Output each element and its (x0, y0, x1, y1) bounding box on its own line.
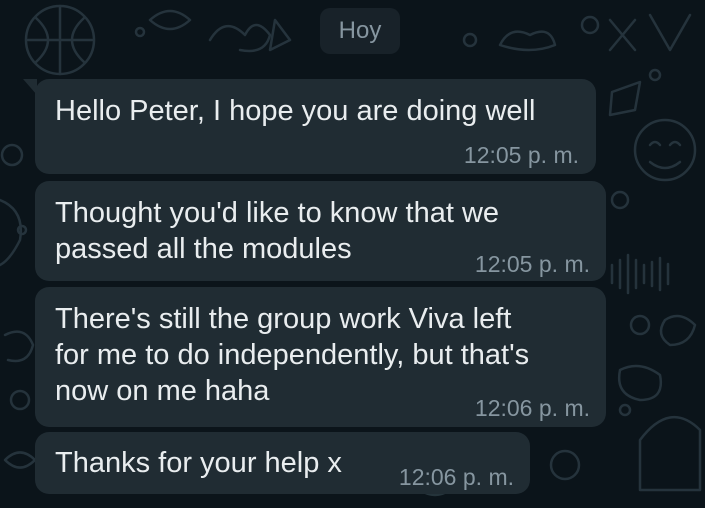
message-timestamp: 12:05 p. m. (474, 251, 590, 277)
message-text-line: for me to do independently, but that's (55, 339, 530, 371)
message-text-line: passed all the modules (55, 233, 352, 265)
message-timestamp: 12:06 p. m. (398, 464, 514, 490)
message-text-line: There's still the group work Viva left (55, 303, 512, 335)
message-tail (23, 79, 37, 95)
message-text: There's still the group work Viva left f… (55, 301, 529, 409)
date-divider-label: Hoy (338, 17, 382, 44)
message-bubble[interactable]: There's still the group work Viva left f… (35, 287, 606, 427)
date-divider-chip: Hoy (320, 8, 400, 54)
message-text: Thanks for your help x (55, 447, 342, 479)
message-bubble[interactable]: Thanks for your help x 12:06 p. m. (35, 432, 530, 494)
message-text-line: now on me haha (55, 375, 270, 407)
message-bubble[interactable]: Thought you'd like to know that we passe… (35, 181, 606, 281)
message-text-line: Thought you'd like to know that we (55, 197, 500, 229)
message-text: Thought you'd like to know that we passe… (55, 195, 499, 267)
message-timestamp: 12:05 p. m. (463, 142, 579, 168)
message-bubble[interactable]: Hello Peter, I hope you are doing well 1… (23, 79, 596, 174)
message-timestamp: 12:06 p. m. (474, 395, 590, 421)
message-text: Hello Peter, I hope you are doing well (55, 95, 536, 127)
